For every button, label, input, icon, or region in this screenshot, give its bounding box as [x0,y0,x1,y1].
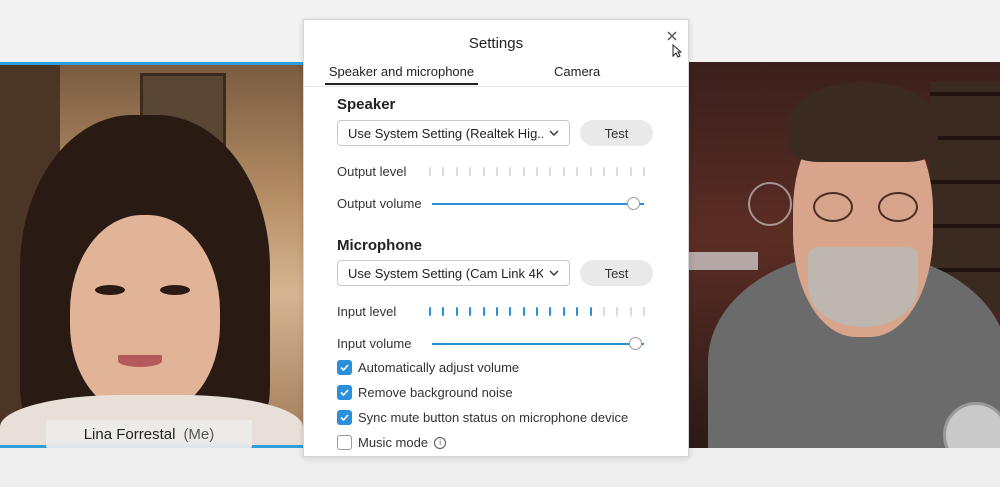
level-tick [590,167,592,176]
output-volume-label: Output volume [337,196,422,211]
level-tick [483,167,485,176]
level-tick [616,307,618,316]
level-tick [549,167,551,176]
level-tick [643,167,645,176]
level-tick [563,307,565,316]
sync-mute-button-option[interactable]: Sync mute button status on microphone de… [337,410,628,425]
input-level-meter [429,307,645,317]
checkmark-icon[interactable] [337,360,352,375]
level-tick [590,307,592,316]
input-volume-slider[interactable] [432,337,644,351]
chevron-down-icon [548,127,560,139]
checkmark-icon[interactable] [337,410,352,425]
level-tick [630,307,632,316]
tab-bar: Speaker and microphone Camera [304,62,688,87]
music-mode-option[interactable]: Music mode i [337,435,447,450]
level-tick [469,167,471,176]
checkbox-empty[interactable] [337,435,352,450]
level-tick [549,307,551,316]
level-tick [616,167,618,176]
level-tick [576,167,578,176]
input-volume-label: Input volume [337,336,412,351]
close-icon[interactable] [665,30,679,44]
cursor-icon [672,43,683,58]
level-tick [630,167,632,176]
level-tick [509,307,511,316]
level-tick [603,307,605,316]
level-tick [643,307,645,316]
level-tick [496,167,498,176]
auto-adjust-volume-label: Automatically adjust volume [358,360,520,375]
level-tick [469,307,471,316]
level-tick [536,307,538,316]
remove-background-noise-label: Remove background noise [358,385,513,400]
participant-eye-left [95,285,125,295]
glasses-right-lens [878,192,918,222]
chevron-down-icon [548,267,560,279]
participant-video-right[interactable] [688,62,1000,448]
participant-mouth [118,355,162,367]
output-volume-track [432,203,644,205]
tab-camera[interactable]: Camera [554,64,600,79]
participant-face [70,215,220,415]
microphone-device-value: Use System Setting (Cam Link 4K) [348,265,543,281]
level-tick [456,307,458,316]
info-icon[interactable]: i [434,436,447,449]
music-mode-label: Music mode [358,435,429,450]
participant-beard [808,247,918,327]
microphone-test-button[interactable]: Test [580,260,653,286]
input-volume-knob[interactable] [629,337,642,350]
background-neon-sign [748,182,792,226]
microphone-device-select[interactable]: Use System Setting (Cam Link 4K) [337,260,570,286]
level-tick [536,167,538,176]
participant-me-label: (Me) [183,425,215,443]
participant-name-tag: Lina Forrestal (Me) [46,420,252,448]
checkmark-icon[interactable] [337,385,352,400]
auto-adjust-volume-option[interactable]: Automatically adjust volume [337,360,519,375]
output-volume-slider[interactable] [432,197,644,211]
level-tick [442,167,444,176]
participant-eye-right [160,285,190,295]
remove-background-noise-option[interactable]: Remove background noise [337,385,513,400]
speaker-test-button[interactable]: Test [580,120,653,146]
level-tick [603,167,605,176]
settings-dialog: Settings Speaker and microphone Camera S… [303,19,689,457]
level-tick [523,167,525,176]
level-tick [483,307,485,316]
dialog-title: Settings [468,35,524,52]
participant-video-left[interactable] [0,62,303,448]
output-level-label: Output level [337,164,407,179]
level-tick [509,167,511,176]
input-level-label: Input level [337,304,397,319]
background-keyboard [688,252,758,270]
output-volume-knob[interactable] [627,197,640,210]
speaker-device-value: Use System Setting (Realtek Hig... [348,125,543,141]
level-tick [523,307,525,316]
level-tick [456,167,458,176]
speaker-section-title: Speaker [337,96,396,113]
sync-mute-button-label: Sync mute button status on microphone de… [358,410,629,425]
level-tick [563,167,565,176]
level-tick [576,307,578,316]
glasses-left-lens [813,192,853,222]
output-level-meter [429,167,645,177]
microphone-section-title: Microphone [337,237,422,254]
participant-hair [788,82,938,162]
level-tick [429,307,431,316]
level-tick [496,307,498,316]
level-tick [429,167,431,176]
tab-speaker-and-microphone[interactable]: Speaker and microphone [325,64,478,85]
input-volume-track [432,343,644,345]
participant-name: Lina Forrestal [83,425,176,443]
level-tick [442,307,444,316]
speaker-device-select[interactable]: Use System Setting (Realtek Hig... [337,120,570,146]
